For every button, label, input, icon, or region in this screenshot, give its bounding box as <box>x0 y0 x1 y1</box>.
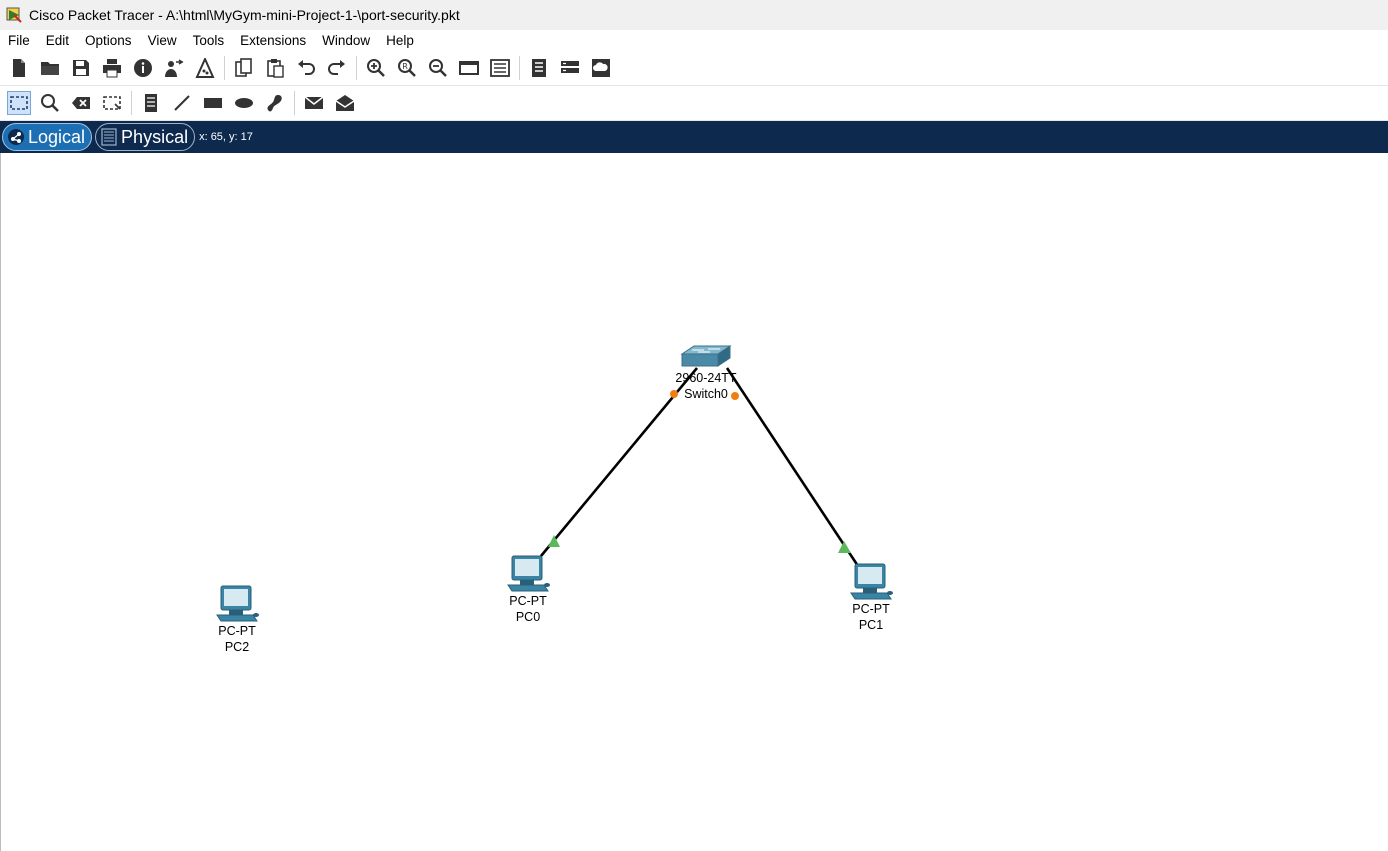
title-bar: Cisco Packet Tracer - A:\html\MyGym-mini… <box>0 0 1388 30</box>
new-file-icon[interactable] <box>7 56 31 80</box>
toolbar-separator <box>356 56 357 80</box>
physical-view-label: Physical <box>121 126 189 147</box>
undo-icon[interactable] <box>294 56 318 80</box>
pc0-name-label: PC0 <box>515 610 541 624</box>
zoom-out-icon[interactable] <box>426 56 450 80</box>
logical-workspace[interactable] <box>0 153 1388 851</box>
cloud-view-icon[interactable] <box>589 56 613 80</box>
logical-topology-icon <box>8 129 24 145</box>
logical-view-label: Logical <box>28 126 86 147</box>
physical-rack-icon <box>101 128 117 146</box>
logical-view-button[interactable]: Logical <box>2 123 93 151</box>
view-bar: Logical Physical x: 65, y: 17 <box>0 121 1388 153</box>
menu-extensions[interactable]: Extensions <box>232 33 314 48</box>
print-icon[interactable] <box>100 56 124 80</box>
place-note-icon[interactable] <box>139 91 163 115</box>
activity-wizard-icon[interactable] <box>162 56 186 80</box>
inspect-icon[interactable] <box>38 91 62 115</box>
pc1-model-label: PC-PT <box>852 602 890 616</box>
draw-line-icon[interactable] <box>170 91 194 115</box>
menu-help[interactable]: Help <box>378 33 422 48</box>
freeform-icon[interactable] <box>263 91 287 115</box>
toolbar-separator <box>131 91 132 115</box>
menu-window[interactable]: Window <box>314 33 378 48</box>
pc2-name-label: PC2 <box>224 640 250 654</box>
device-pc1[interactable]: PC-PT PC1 <box>841 563 901 633</box>
pc0-model-label: PC-PT <box>509 594 547 608</box>
add-complex-pdu-icon[interactable] <box>333 91 357 115</box>
svg-text:R: R <box>402 62 408 71</box>
switch0-name-label: Switch0 <box>684 387 728 401</box>
resize-shape-icon[interactable] <box>100 91 124 115</box>
zoom-reset-icon[interactable]: R <box>395 56 419 80</box>
save-icon[interactable] <box>69 56 93 80</box>
toolbar-separator <box>224 56 225 80</box>
menu-view[interactable]: View <box>140 33 185 48</box>
paste-icon[interactable] <box>263 56 287 80</box>
toolbar-separator <box>294 91 295 115</box>
draw-ellipse-icon[interactable] <box>232 91 256 115</box>
select-icon[interactable] <box>7 91 31 115</box>
info-icon[interactable] <box>131 56 155 80</box>
cursor-coordinates: x: 65, y: 17 <box>199 131 253 143</box>
switch-icon <box>680 345 732 367</box>
physical-view-button[interactable]: Physical <box>95 123 196 151</box>
menu-edit[interactable]: Edit <box>38 33 77 48</box>
device-pc2[interactable]: PC-PT PC2 <box>207 585 267 655</box>
drawing-palette-icon[interactable] <box>457 56 481 80</box>
tools-toolbar <box>0 86 1388 121</box>
pc1-name-label: PC1 <box>858 618 884 632</box>
pc-icon <box>216 585 259 622</box>
toolbar-separator <box>519 56 520 80</box>
window-title: Cisco Packet Tracer - A:\html\MyGym-mini… <box>29 7 460 23</box>
delete-icon[interactable] <box>69 91 93 115</box>
device-switch0[interactable]: 2960-24TT Switch0 <box>666 344 746 402</box>
notes-icon[interactable] <box>527 56 551 80</box>
custom-device-dialog-icon[interactable] <box>488 56 512 80</box>
pc2-model-label: PC-PT <box>218 624 256 638</box>
zoom-in-icon[interactable] <box>364 56 388 80</box>
draw-rectangle-icon[interactable] <box>201 91 225 115</box>
packet-tracer-app-icon <box>6 7 22 23</box>
menu-bar: File Edit Options View Tools Extensions … <box>0 30 1388 52</box>
pdu-icon[interactable] <box>193 56 217 80</box>
pc-icon <box>850 563 893 600</box>
copy-icon[interactable] <box>232 56 256 80</box>
device-rack-icon[interactable] <box>558 56 582 80</box>
menu-tools[interactable]: Tools <box>185 33 233 48</box>
add-simple-pdu-icon[interactable] <box>302 91 326 115</box>
switch0-model-label: 2960-24TT <box>675 371 737 385</box>
menu-options[interactable]: Options <box>77 33 140 48</box>
main-toolbar: R <box>0 51 1388 86</box>
pc-icon <box>507 555 550 592</box>
open-folder-icon[interactable] <box>38 56 62 80</box>
device-pc0[interactable]: PC-PT PC0 <box>498 555 558 625</box>
menu-file[interactable]: File <box>0 33 38 48</box>
redo-icon[interactable] <box>325 56 349 80</box>
